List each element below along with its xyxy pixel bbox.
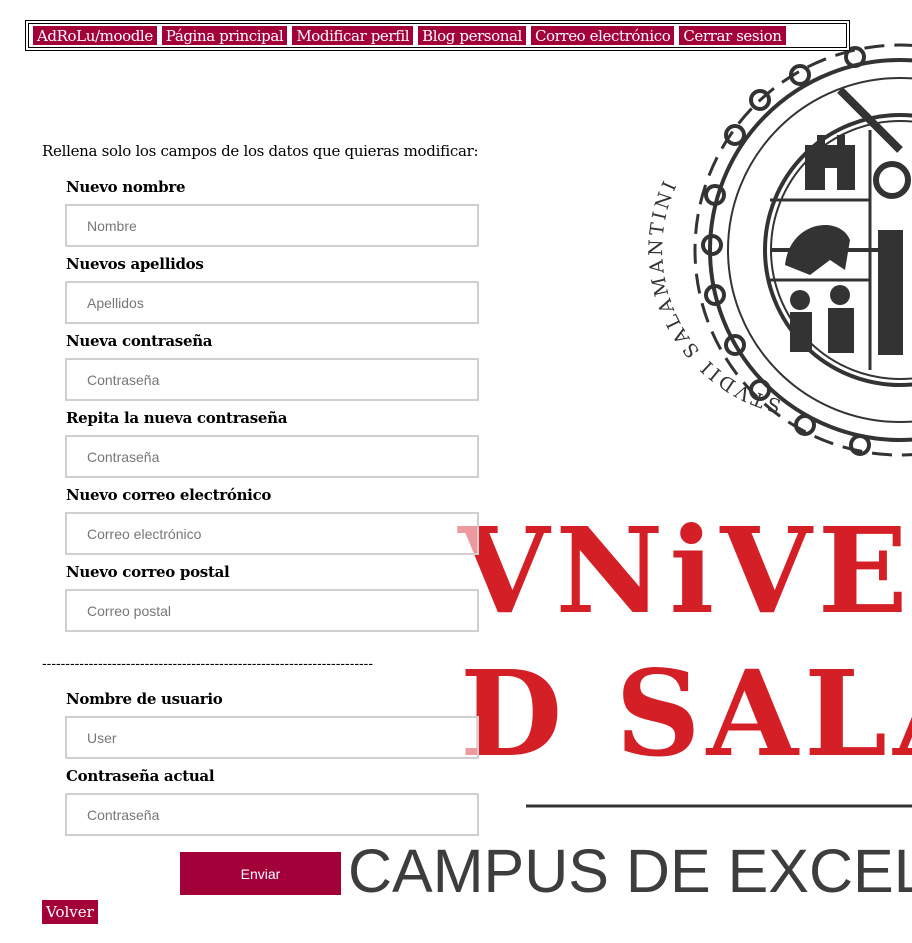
top-nav-inner: AdRoLu/moodle Página principal Modificar… [28, 23, 847, 48]
repeat-password-label: Repita la nueva contraseña [66, 409, 288, 427]
username-label: Nombre de usuario [66, 690, 223, 708]
nav-item-email[interactable]: Correo electrónico [530, 26, 675, 45]
nav-item-edit-profile[interactable]: Modificar perfil [292, 26, 414, 45]
top-nav: AdRoLu/moodle Página principal Modificar… [25, 20, 850, 51]
nav-item-personal-blog[interactable]: Blog personal [418, 26, 526, 45]
wordmark-line2: D SALA [460, 644, 912, 783]
seal-emblem: STVDII SALAMANTINI [645, 43, 912, 457]
new-name-input[interactable] [65, 204, 479, 247]
wordmark: VNiVE D SALA CAMPUS DE EXCELEN [348, 501, 912, 905]
current-password-label: Contraseña actual [66, 767, 215, 785]
current-password-input[interactable] [65, 793, 479, 836]
new-postal-input[interactable] [65, 589, 479, 632]
form-intro: Rellena solo los campos de los datos que… [42, 142, 479, 160]
nav-item-home-moodle[interactable]: AdRoLu/moodle [33, 26, 157, 45]
wordmark-tagline: CAMPUS DE EXCELEN [348, 837, 912, 905]
new-postal-label: Nuevo correo postal [66, 563, 230, 581]
new-email-input[interactable] [65, 512, 479, 555]
new-password-label: Nueva contraseña [66, 332, 213, 350]
username-input[interactable] [65, 716, 479, 759]
wordmark-line1: VNiVE [457, 501, 912, 640]
section-separator: ----------------------------------------… [42, 655, 374, 671]
back-link[interactable]: Volver [42, 900, 98, 924]
repeat-password-input[interactable] [65, 435, 479, 478]
nav-item-main-page[interactable]: Página principal [161, 26, 288, 45]
submit-button[interactable]: Enviar [180, 852, 341, 895]
new-email-label: Nuevo correo electrónico [66, 486, 272, 504]
nav-item-logout[interactable]: Cerrar sesion [679, 26, 786, 45]
new-surnames-input[interactable] [65, 281, 479, 324]
new-name-label: Nuevo nombre [66, 178, 186, 196]
new-surnames-label: Nuevos apellidos [66, 255, 204, 273]
new-password-input[interactable] [65, 358, 479, 401]
